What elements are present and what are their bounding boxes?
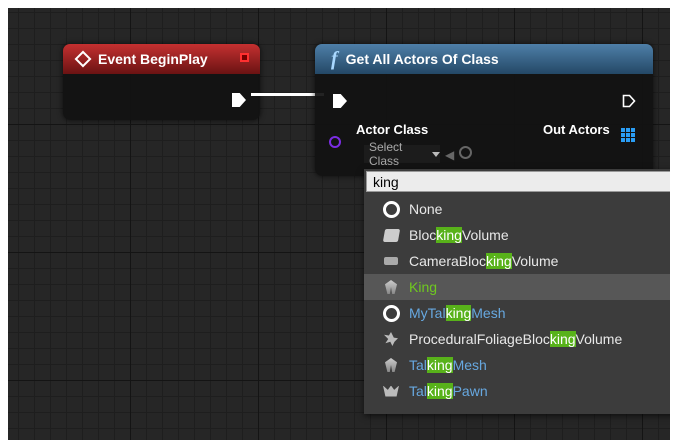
result-text-segment: Mesh (452, 357, 487, 373)
class-result-label: King (409, 279, 437, 295)
result-text-segment: None (409, 201, 443, 217)
result-text-segment: Tal (409, 383, 427, 399)
exec-wire (251, 93, 324, 96)
result-text-segment: Volume (511, 253, 559, 269)
actor-icon (382, 356, 400, 374)
result-text-segment: Mesh (471, 305, 506, 321)
function-icon: f (331, 47, 338, 70)
delegate-pin-icon[interactable] (240, 53, 249, 62)
class-result-item[interactable]: King (364, 274, 670, 300)
class-result-item[interactable]: TalkingPawn (364, 378, 670, 404)
event-beginplay-header[interactable]: Event BeginPlay (63, 44, 260, 74)
class-result-label: ProceduralFoliageBlockingVolume (409, 331, 622, 347)
ring-icon (382, 200, 400, 218)
class-result-label: TalkingPawn (409, 383, 488, 399)
out-actors-label: Out Actors (543, 122, 610, 137)
browse-search-icon[interactable] (459, 146, 472, 159)
blueprint-graph-canvas[interactable]: Event BeginPlay f Get All Actors Of Clas… (8, 8, 670, 440)
class-result-label: BlockingVolume (409, 227, 509, 243)
actor-icon (382, 278, 400, 296)
exec-output-pin[interactable] (232, 93, 246, 107)
search-match-highlight: king (486, 253, 512, 269)
use-selected-arrow-icon[interactable]: ◀ (445, 148, 454, 162)
select-class-value: Select Class (369, 140, 403, 168)
result-text-segment: CameraBloc (409, 253, 487, 269)
event-beginplay-node[interactable]: Event BeginPlay (63, 44, 260, 120)
get-all-actors-title: Get All Actors Of Class (345, 51, 499, 67)
get-all-actors-header[interactable]: f Get All Actors Of Class (315, 44, 653, 74)
actor-class-pin[interactable] (329, 136, 341, 148)
event-diamond-icon (74, 50, 92, 68)
result-text-segment: Volume (575, 331, 623, 347)
result-text-segment: ProceduralFoliageBloc (409, 331, 550, 347)
event-beginplay-title: Event BeginPlay (98, 51, 208, 67)
class-result-item[interactable]: ProceduralFoliageBlockingVolume (364, 326, 670, 352)
exec-output-pin-unconnected[interactable] (622, 94, 636, 108)
class-picker-popup: king None BlockingVolume CameraBlockingVol… (364, 169, 670, 414)
result-text-segment: King (409, 279, 438, 295)
ring-icon (382, 304, 400, 322)
search-match-highlight: king (445, 305, 472, 321)
class-result-item[interactable]: CameraBlockingVolume (364, 248, 670, 274)
exec-input-pin[interactable] (333, 94, 347, 108)
blocking-volume-icon (382, 226, 400, 244)
foliage-icon (382, 330, 400, 348)
result-text-segment: Volume (461, 227, 509, 243)
class-result-item[interactable]: MyTalkingMesh (364, 300, 670, 326)
array-pin-icon[interactable] (621, 128, 635, 142)
result-text-segment: Pawn (452, 383, 488, 399)
actor-class-label: Actor Class (356, 122, 429, 137)
result-text-segment: MyTal (409, 305, 446, 321)
class-result-item[interactable]: BlockingVolume (364, 222, 670, 248)
chevron-down-icon (432, 151, 440, 157)
class-search-input[interactable]: king (366, 171, 670, 192)
search-match-highlight: king (436, 227, 462, 243)
camera-volume-icon (382, 252, 400, 270)
class-result-label: MyTalkingMesh (409, 305, 505, 321)
class-results-list: None BlockingVolume CameraBlockingVolume Ki… (364, 196, 670, 404)
result-text-segment: Bloc (409, 227, 437, 243)
search-match-highlight: king (426, 383, 453, 399)
class-result-label: CameraBlockingVolume (409, 253, 558, 269)
pawn-icon (382, 382, 400, 400)
search-match-highlight: king (549, 331, 576, 347)
class-result-label: None (409, 201, 442, 217)
class-result-item[interactable]: None (364, 196, 670, 222)
select-class-dropdown[interactable]: Select Class (364, 140, 440, 168)
class-result-item[interactable]: TalkingMesh (364, 352, 670, 378)
class-result-label: TalkingMesh (409, 357, 487, 373)
search-match-highlight: king (426, 357, 453, 373)
result-text-segment: Tal (409, 357, 427, 373)
